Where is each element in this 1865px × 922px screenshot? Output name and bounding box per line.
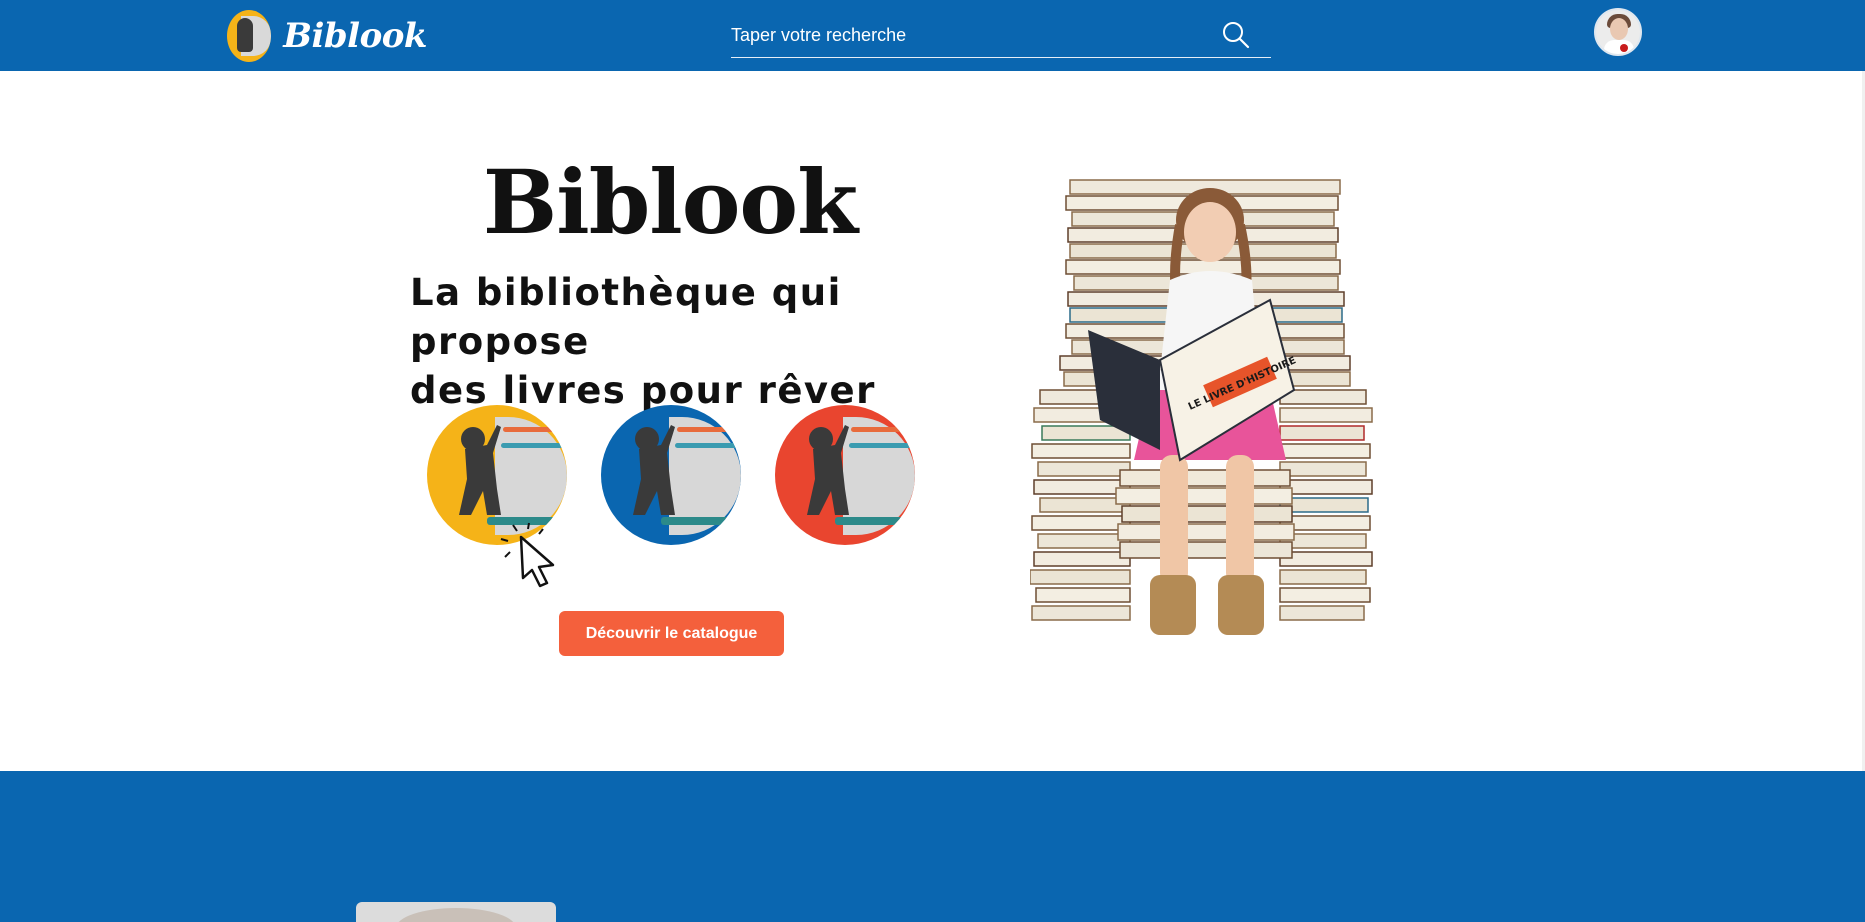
search-input[interactable]: [731, 20, 1211, 50]
user-avatar[interactable]: [1594, 8, 1642, 56]
category-blue-button[interactable]: [601, 405, 741, 545]
featured-image: [396, 908, 516, 922]
category-red-button[interactable]: [775, 405, 915, 545]
discover-catalog-button[interactable]: Découvrir le catalogue: [559, 611, 784, 656]
hero-title: Biblook: [482, 150, 858, 254]
search-bar: [731, 14, 1271, 58]
brand-name: Biblook: [283, 16, 427, 56]
hero-subtitle-line-1: La bibliothèque qui propose: [410, 271, 842, 363]
logo-icon: [227, 10, 272, 62]
top-navbar: Biblook: [0, 0, 1865, 71]
pointer-cursor-icon: [500, 522, 555, 588]
climber-icon: [807, 425, 849, 515]
search-icon[interactable]: [1221, 20, 1251, 50]
girl-reading-illustration: LE LIVRE D'HISTOIRE: [1030, 179, 1373, 635]
hero-subtitle: La bibliothèque qui propose des livres p…: [410, 268, 950, 415]
page: Biblook Biblook La bibliothèque qui prop…: [0, 0, 1865, 922]
climber-icon: [459, 425, 501, 515]
featured-card[interactable]: [356, 902, 556, 922]
brand-logo[interactable]: Biblook: [227, 8, 427, 64]
featured-section: [0, 771, 1865, 922]
climber-icon: [633, 425, 675, 515]
book-stack-seat: [1115, 469, 1295, 559]
book-stack-right: [1279, 389, 1373, 621]
